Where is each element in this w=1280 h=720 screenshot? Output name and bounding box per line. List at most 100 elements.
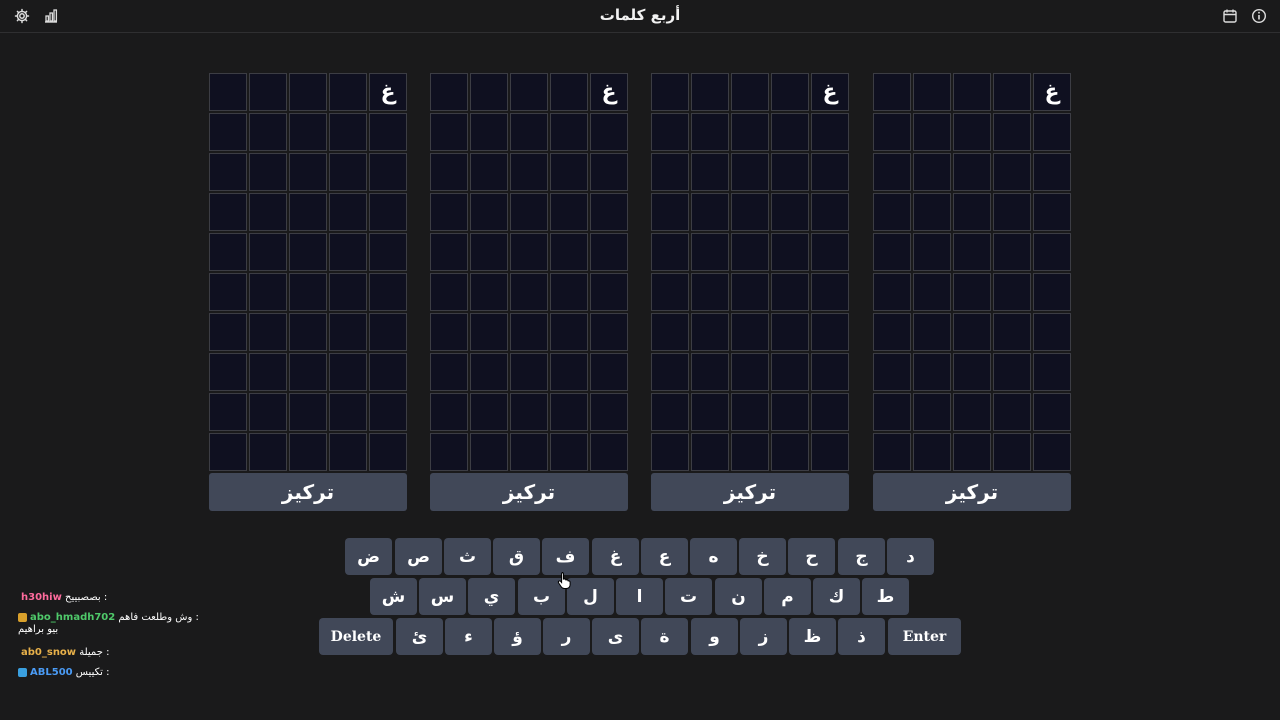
letter-key[interactable]: ص (395, 538, 442, 575)
letter-cell (993, 113, 1031, 151)
letter-key[interactable]: خ (739, 538, 786, 575)
letter-cell (289, 433, 327, 471)
chat-text: وش وطلعت فاهم : (118, 612, 199, 623)
letter-cell: غ (590, 73, 628, 111)
letter-cell (550, 73, 588, 111)
letter-grid: غ (209, 73, 408, 471)
top-bar: أربع كلمات (0, 0, 1280, 33)
letter-cell (249, 233, 287, 271)
letter-cell (913, 193, 951, 231)
letter-key[interactable]: ر (543, 618, 590, 655)
letter-cell (209, 353, 247, 391)
letter-cell (590, 433, 628, 471)
letter-key[interactable]: ه (690, 538, 737, 575)
letter-cell (811, 353, 849, 391)
letter-cell (550, 353, 588, 391)
chat-text: تكييس : (75, 667, 110, 678)
letter-cell (811, 273, 849, 311)
letter-cell (470, 313, 508, 351)
letter-cell (993, 193, 1031, 231)
letter-cell (550, 113, 588, 151)
focus-button[interactable]: تركيز (651, 473, 849, 511)
letter-cell (953, 353, 991, 391)
letter-key[interactable]: س (419, 578, 466, 615)
word-board-1: غ تركيز (209, 73, 408, 511)
letter-key[interactable]: ث (444, 538, 491, 575)
info-icon[interactable] (1251, 8, 1267, 24)
letter-cell (430, 193, 468, 231)
letter-key[interactable]: ج (838, 538, 885, 575)
enter-key[interactable]: Enter (888, 618, 961, 655)
focus-button[interactable]: تركيز (209, 473, 407, 511)
letter-cell (369, 153, 407, 191)
letter-key[interactable]: ع (641, 538, 688, 575)
letter-key[interactable]: ز (740, 618, 787, 655)
letter-key[interactable]: ض (345, 538, 392, 575)
letter-key[interactable]: و (691, 618, 738, 655)
letter-key[interactable]: ت (665, 578, 712, 615)
letter-key[interactable]: ة (641, 618, 688, 655)
chat-text-continued: بيو براهيم (18, 624, 59, 635)
letter-key[interactable]: ن (715, 578, 762, 615)
letter-cell (771, 233, 809, 271)
letter-cell (1033, 193, 1071, 231)
letter-key[interactable]: غ (592, 538, 639, 575)
letter-cell (289, 73, 327, 111)
letter-cell (731, 113, 769, 151)
letter-cell (369, 273, 407, 311)
letter-key[interactable]: ف (542, 538, 589, 575)
letter-cell (873, 313, 911, 351)
letter-cell (731, 73, 769, 111)
page-title: أربع كلمات (599, 6, 681, 24)
letter-cell (590, 113, 628, 151)
letter-key[interactable]: ك (813, 578, 860, 615)
letter-cell (470, 393, 508, 431)
letter-key[interactable]: ط (862, 578, 909, 615)
letter-key[interactable]: ؤ (494, 618, 541, 655)
letter-key[interactable]: ش (370, 578, 417, 615)
letter-cell (731, 353, 769, 391)
letter-cell (510, 433, 548, 471)
letter-key[interactable]: ح (788, 538, 835, 575)
letter-key[interactable]: ى (592, 618, 639, 655)
letter-cell (369, 313, 407, 351)
letter-cell (289, 233, 327, 271)
letter-key[interactable]: ذ (838, 618, 885, 655)
letter-cell (510, 193, 548, 231)
letter-key[interactable]: ئ (396, 618, 443, 655)
letter-key[interactable]: ء (445, 618, 492, 655)
letter-cell (369, 353, 407, 391)
letter-cell (691, 73, 729, 111)
letter-key[interactable]: ا (616, 578, 663, 615)
letter-cell (731, 433, 769, 471)
letter-key[interactable]: ي (468, 578, 515, 615)
calendar-icon[interactable] (1222, 8, 1238, 24)
letter-cell (993, 433, 1031, 471)
letter-key[interactable]: ق (493, 538, 540, 575)
letter-cell (249, 113, 287, 151)
letter-cell (771, 273, 809, 311)
letter-cell (993, 153, 1031, 191)
focus-button[interactable]: تركيز (873, 473, 1071, 511)
mouse-cursor-icon (557, 572, 571, 589)
letter-key[interactable]: م (764, 578, 811, 615)
letter-cell (249, 193, 287, 231)
letter-grid: غ (430, 73, 629, 471)
letter-cell (691, 273, 729, 311)
letter-cell (470, 433, 508, 471)
focus-button[interactable]: تركيز (430, 473, 628, 511)
letter-cell (590, 233, 628, 271)
letter-cell (771, 113, 809, 151)
letter-cell (691, 193, 729, 231)
letter-cell (369, 433, 407, 471)
letter-cell (993, 73, 1031, 111)
chat-badge-icon (18, 667, 27, 677)
letter-key[interactable]: ظ (789, 618, 836, 655)
letter-cell (329, 153, 367, 191)
letter-cell (590, 153, 628, 191)
letter-cell (771, 353, 809, 391)
letter-key[interactable]: ل (567, 578, 614, 615)
letter-key[interactable]: د (887, 538, 934, 575)
letter-cell (731, 153, 769, 191)
delete-key[interactable]: Delete (319, 618, 393, 655)
